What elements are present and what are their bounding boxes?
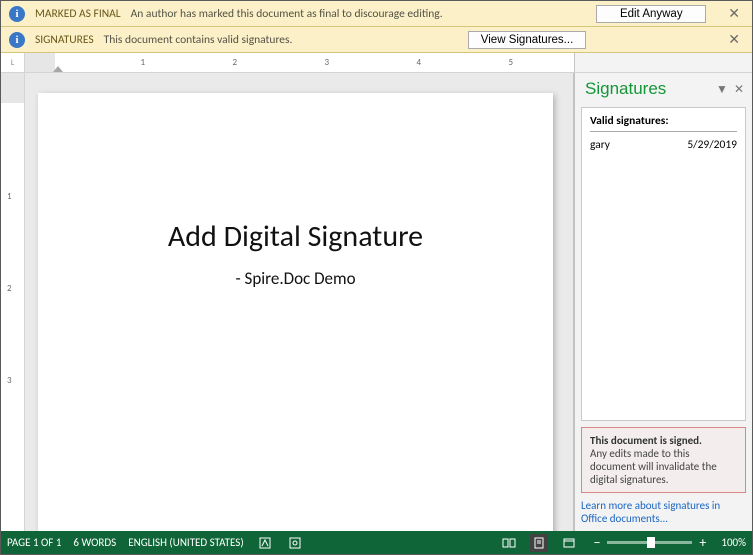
warning-title: This document is signed. [590,434,702,447]
zoom-in-button[interactable]: + [696,534,709,551]
signed-warning: This document is signed. Any edits made … [581,427,746,493]
infobar-title: SIGNATURES [35,33,94,47]
zoom-level[interactable]: 100% [721,536,746,549]
pane-body: Valid signatures: gary 5/29/2019 [581,107,746,421]
word-count[interactable]: 6 WORDS [73,536,116,549]
document-title: Add Digital Signature [38,218,553,255]
close-icon[interactable]: ✕ [724,5,744,22]
tab-selector[interactable]: L [1,53,25,72]
main-area: 1 2 3 Add Digital Signature - Spire.Doc … [1,73,752,531]
pane-title: Signatures [585,79,710,99]
permissions-icon[interactable] [286,534,304,552]
zoom-thumb[interactable] [647,537,655,548]
print-layout-icon[interactable] [530,534,548,552]
edit-anyway-button[interactable]: Edit Anyway [596,5,706,23]
signature-row[interactable]: gary 5/29/2019 [590,136,737,154]
zoom-out-button[interactable]: − [590,534,603,551]
signature-status-icon[interactable] [256,534,274,552]
warning-text: Any edits made to this document will inv… [590,447,717,486]
page-indicator[interactable]: PAGE 1 OF 1 [7,536,61,549]
info-icon: i [9,6,25,22]
status-bar: PAGE 1 OF 1 6 WORDS ENGLISH (UNITED STAT… [1,531,752,554]
learn-more-link[interactable]: Learn more about signatures in Office do… [581,499,746,525]
web-layout-icon[interactable] [560,534,578,552]
infobar-signatures: i SIGNATURES This document contains vali… [1,27,752,53]
close-icon[interactable]: ✕ [734,82,744,97]
infobar-marked-final: i MARKED AS FINAL An author has marked t… [1,1,752,27]
signature-date: 5/29/2019 [687,138,737,152]
info-icon: i [9,32,25,48]
document-area[interactable]: Add Digital Signature - Spire.Doc Demo [25,73,574,531]
pane-options-icon[interactable]: ▼ [716,82,728,97]
signatures-heading: Valid signatures: [590,114,737,132]
infobar-title: MARKED AS FINAL [35,7,121,21]
zoom-track[interactable] [607,541,692,544]
language-indicator[interactable]: ENGLISH (UNITED STATES) [128,536,243,549]
signatures-pane: Signatures ▼ ✕ Valid signatures: gary 5/… [574,73,752,531]
read-mode-icon[interactable] [500,534,518,552]
signer-name: gary [590,138,610,152]
vertical-ruler[interactable]: 1 2 3 [1,73,25,531]
infobar-text: This document contains valid signatures. [104,33,458,47]
infobar-text: An author has marked this document as fi… [131,7,587,21]
document-subtitle: - Spire.Doc Demo [38,268,553,289]
zoom-slider[interactable]: − + [590,534,709,551]
document-page: Add Digital Signature - Spire.Doc Demo [38,93,553,531]
view-signatures-button[interactable]: View Signatures... [468,31,586,49]
ruler-row: L 1 2 3 4 5 [1,53,752,73]
horizontal-ruler[interactable]: 1 2 3 4 5 [25,53,574,72]
close-icon[interactable]: ✕ [724,31,744,48]
